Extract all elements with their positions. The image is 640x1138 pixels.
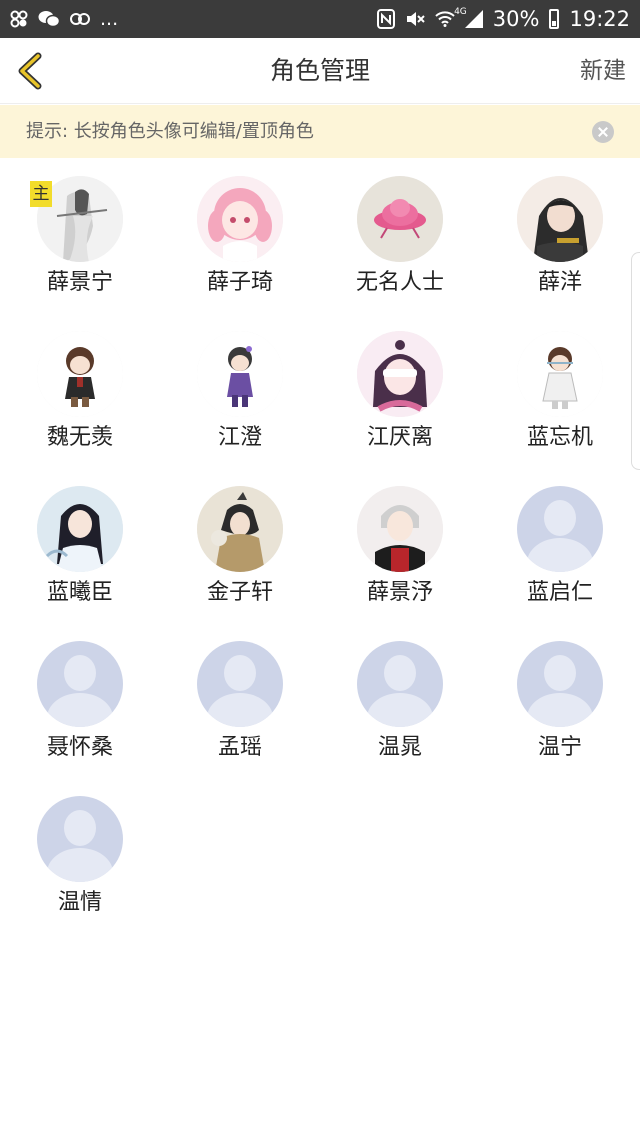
character-name: 蓝忘机 — [526, 425, 593, 450]
signal-icon — [464, 10, 483, 28]
character-name: 魏无羡 — [46, 425, 113, 450]
default-avatar-icon[interactable] — [37, 641, 123, 727]
default-avatar-icon[interactable] — [357, 641, 443, 727]
character-avatar[interactable] — [517, 331, 603, 417]
character-item[interactable]: 金子轩 — [160, 470, 320, 625]
character-item[interactable]: 温晁 — [320, 625, 480, 780]
character-item[interactable]: 江澄 — [160, 315, 320, 470]
status-right: 4G 30% 19:22 — [376, 7, 630, 31]
character-avatar[interactable] — [517, 176, 603, 262]
battery-icon — [549, 9, 560, 29]
character-name: 温情 — [57, 890, 102, 915]
character-item[interactable]: 薛洋 — [480, 160, 640, 315]
character-item[interactable]: 蓝曦臣 — [0, 470, 160, 625]
character-name: 无名人士 — [355, 270, 444, 295]
close-icon[interactable] — [592, 121, 614, 143]
default-avatar-icon[interactable] — [197, 641, 283, 727]
character-name: 温宁 — [537, 735, 582, 760]
character-item[interactable]: 薛景汿 — [320, 470, 480, 625]
character-name: 蓝启仁 — [526, 580, 593, 605]
battery-percent: 30% — [492, 7, 540, 31]
default-avatar-icon[interactable] — [517, 641, 603, 727]
character-avatar[interactable] — [197, 176, 283, 262]
character-name: 温晁 — [377, 735, 422, 760]
character-item[interactable]: 蓝忘机 — [480, 315, 640, 470]
status-bar: ... 4G 30% 19:22 — [0, 0, 640, 38]
character-name: 孟瑶 — [217, 735, 262, 760]
tip-banner: 提示: 长按角色头像可编辑/置顶角色 — [0, 105, 640, 158]
character-name: 金子轩 — [206, 580, 273, 605]
character-avatar[interactable] — [357, 331, 443, 417]
character-name: 薛洋 — [537, 270, 582, 295]
character-item[interactable]: 无名人士 — [320, 160, 480, 315]
character-item[interactable]: 温情 — [0, 780, 160, 935]
character-avatar[interactable] — [357, 176, 443, 262]
default-avatar-icon[interactable] — [37, 796, 123, 882]
link-icon — [70, 10, 90, 28]
page-title: 角色管理 — [269, 56, 370, 85]
character-name: 薛子琦 — [206, 270, 273, 295]
status-more: ... — [100, 8, 119, 30]
character-item[interactable]: 蓝启仁 — [480, 470, 640, 625]
character-item[interactable]: 温宁 — [480, 625, 640, 780]
default-avatar-icon[interactable] — [517, 486, 603, 572]
character-name: 江澄 — [217, 425, 262, 450]
character-item[interactable]: 聂怀桑 — [0, 625, 160, 780]
new-button[interactable]: 新建 — [580, 38, 626, 104]
wifi-icon: 4G — [435, 7, 467, 27]
character-item[interactable]: 薛子琦 — [160, 160, 320, 315]
character-item[interactable]: 孟瑶 — [160, 625, 320, 780]
character-avatar[interactable] — [37, 486, 123, 572]
character-item[interactable]: 江厌离 — [320, 315, 480, 470]
character-name: 薛景汿 — [366, 580, 433, 605]
character-name: 聂怀桑 — [46, 735, 113, 760]
character-avatar[interactable] — [197, 486, 283, 572]
character-item[interactable]: 主薛景宁 — [0, 160, 160, 315]
character-avatar[interactable] — [197, 331, 283, 417]
app-icon — [10, 10, 28, 28]
clock: 19:22 — [569, 7, 630, 31]
status-left: ... — [10, 8, 118, 30]
character-name: 江厌离 — [366, 425, 433, 450]
character-item[interactable]: 魏无羡 — [0, 315, 160, 470]
mute-icon — [405, 10, 425, 28]
tip-text: 提示: 长按角色头像可编辑/置顶角色 — [26, 121, 314, 142]
character-avatar[interactable] — [37, 331, 123, 417]
character-name: 蓝曦臣 — [46, 580, 113, 605]
nav-header: 角色管理 新建 — [0, 38, 640, 104]
nfc-icon — [376, 9, 395, 29]
wechat-icon — [38, 10, 60, 28]
main-character-badge: 主 — [30, 181, 52, 207]
side-panel-handle[interactable] — [631, 252, 640, 470]
character-name: 薛景宁 — [46, 270, 113, 295]
character-avatar[interactable] — [357, 486, 443, 572]
